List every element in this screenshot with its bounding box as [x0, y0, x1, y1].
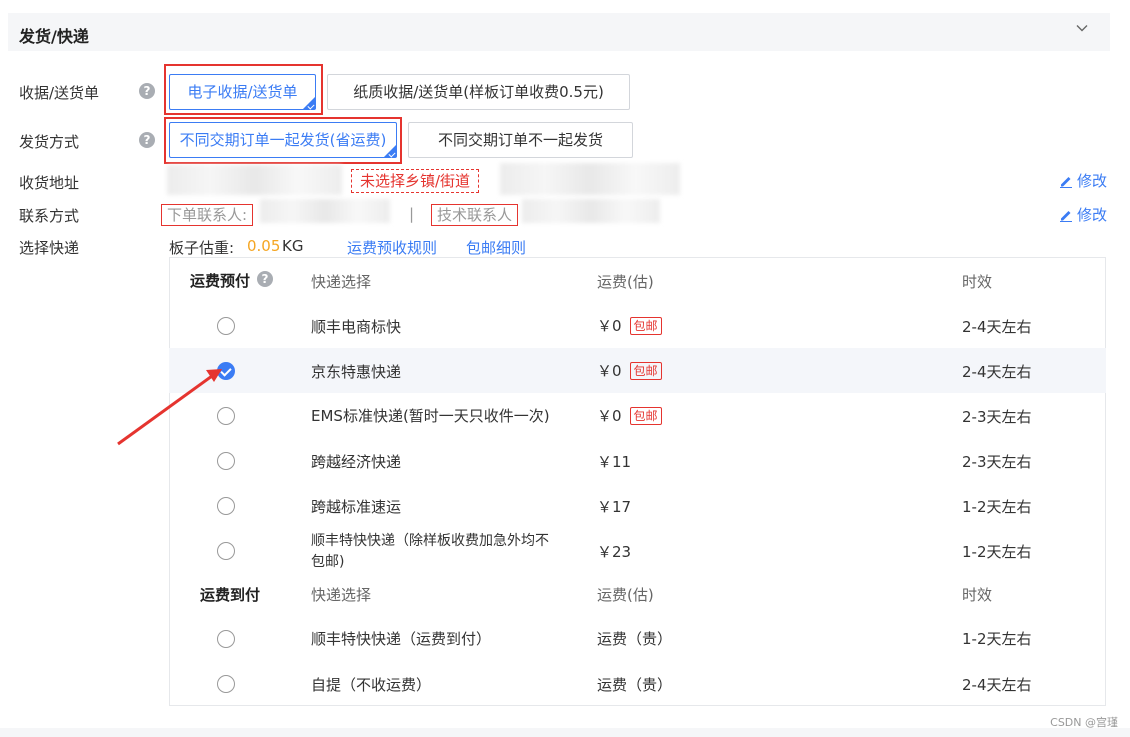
free-shipping-link[interactable]: 包邮细则: [466, 237, 526, 258]
courier-fee: ￥0 包邮: [597, 315, 662, 336]
radio-button[interactable]: [217, 630, 235, 648]
redacted-address: [500, 163, 680, 195]
courier-fee: ￥23: [597, 543, 632, 561]
courier-name: 京东特惠快递: [311, 363, 402, 381]
prepaid-group-label: 运费预付: [190, 272, 251, 290]
courier-fee: ￥0 包邮: [597, 405, 662, 426]
col-fee: 运费(估): [597, 586, 654, 604]
edit-label: 修改: [1077, 172, 1108, 190]
shipping-option-together[interactable]: 不同交期订单一起发货(省运费): [169, 122, 397, 158]
edit-label: 修改: [1077, 206, 1108, 224]
fee-value: ￥0: [597, 362, 622, 380]
courier-row[interactable]: 跨越标准速运 ￥17 1-2天左右: [169, 483, 1106, 528]
separator: |: [409, 205, 415, 223]
courier-name: EMS标准快递(暂时一天只收件一次): [311, 407, 550, 425]
freight-rules-link[interactable]: 运费预收规则: [347, 237, 437, 258]
courier-name: 顺丰特快快递（运费到付）: [311, 630, 492, 648]
section-title: 发货/快递: [19, 27, 89, 46]
courier-row[interactable]: 顺丰特快快递（运费到付） 运费（贵） 1-2天左右: [169, 616, 1106, 661]
free-tag: 包邮: [629, 407, 662, 425]
shipping-method-label: 发货方式: [19, 133, 80, 151]
courier-name: 跨越经济快递: [311, 453, 402, 471]
courier-row[interactable]: 自提（不收运费） 运费（贵） 2-4天左右: [169, 661, 1106, 706]
weight-label: 板子估重:: [169, 239, 235, 257]
collect-header: 运费到付 快递选择 运费(估) 时效: [169, 571, 1106, 616]
courier-row[interactable]: 顺丰电商标快 ￥0 包邮 2-4天左右: [169, 303, 1106, 348]
courier-time: 1-2天左右: [962, 630, 1032, 648]
redacted-address: [167, 165, 342, 195]
courier-name: 自提（不收运费）: [311, 676, 432, 694]
fee-value: ￥0: [597, 317, 622, 335]
prepaid-header: 运费预付 ? 快递选择 运费(估) 时效: [169, 258, 1106, 303]
pencil-icon: [1060, 177, 1072, 188]
redacted-contact: [260, 199, 390, 223]
courier-fee: 运费（贵）: [597, 630, 673, 648]
courier-time: 2-3天左右: [962, 408, 1032, 426]
arrow-annotation-icon: [117, 369, 222, 446]
edit-address-link[interactable]: 修改: [1059, 170, 1107, 191]
help-icon[interactable]: ?: [139, 132, 155, 148]
contact-label: 联系方式: [19, 207, 80, 225]
receipt-option-paper[interactable]: 纸质收据/送货单(样板订单收费0.5元): [327, 74, 630, 110]
collect-group-label: 运费到付: [200, 586, 261, 604]
courier-time: 1-2天左右: [962, 543, 1032, 561]
courier-fee: ￥11: [597, 453, 632, 471]
courier-fee: 运费（贵）: [597, 676, 673, 694]
radio-button[interactable]: [217, 542, 235, 560]
courier-time: 2-3天左右: [962, 453, 1032, 471]
courier-time: 2-4天左右: [962, 676, 1032, 694]
col-courier: 快递选择: [311, 273, 372, 291]
help-icon[interactable]: ?: [257, 271, 273, 287]
free-tag: 包邮: [629, 362, 662, 380]
courier-name-cont: 包邮): [311, 554, 345, 570]
weight-value: 0.05: [247, 237, 281, 255]
col-time: 时效: [962, 273, 993, 291]
courier-name: 跨越标准速运: [311, 498, 402, 516]
radio-button[interactable]: [217, 452, 235, 470]
courier-name: 顺丰电商标快: [311, 318, 402, 336]
col-courier: 快递选择: [311, 586, 372, 604]
free-tag: 包邮: [629, 317, 662, 335]
radio-button[interactable]: [217, 317, 235, 335]
col-fee: 运费(估): [597, 273, 654, 291]
edit-contact-link[interactable]: 修改: [1059, 204, 1107, 225]
address-warning: 未选择乡镇/街道: [351, 169, 480, 193]
check-corner-icon: [303, 97, 315, 109]
redacted-contact: [522, 199, 660, 223]
address-label: 收货地址: [19, 174, 80, 192]
option-label: 电子收据/送货单: [187, 83, 298, 101]
courier-row[interactable]: 顺丰特快快递（除样板收费加急外均不 包邮) ￥23 1-2天左右: [169, 528, 1106, 573]
courier-row[interactable]: 京东特惠快递 ￥0 包邮 2-4天左右: [169, 348, 1106, 393]
courier-row[interactable]: EMS标准快递(暂时一天只收件一次) ￥0 包邮 2-3天左右: [169, 393, 1106, 438]
order-contact-label: 下单联系人:: [161, 204, 254, 226]
footer-bar: [0, 728, 1130, 737]
option-label: 纸质收据/送货单(样板订单收费0.5元): [353, 83, 604, 101]
option-label: 不同交期订单一起发货(省运费): [179, 131, 387, 149]
courier-label: 选择快递: [19, 239, 80, 257]
courier-row[interactable]: 跨越经济快递 ￥11 2-3天左右: [169, 438, 1106, 483]
radio-button[interactable]: [217, 675, 235, 693]
courier-fee: ￥0 包邮: [597, 360, 662, 381]
courier-name: 顺丰特快快递（除样板收费加急外均不: [311, 533, 549, 549]
radio-button[interactable]: [217, 497, 235, 515]
chevron-down-icon[interactable]: [1076, 22, 1088, 34]
fee-value: ￥0: [597, 407, 622, 425]
courier-time: 2-4天左右: [962, 318, 1032, 336]
help-icon[interactable]: ?: [139, 83, 155, 99]
option-label: 不同交期订单不一起发货: [437, 131, 603, 149]
pencil-icon: [1060, 211, 1072, 222]
receipt-option-electronic[interactable]: 电子收据/送货单: [169, 74, 316, 110]
courier-fee: ￥17: [597, 498, 632, 516]
col-time: 时效: [962, 586, 993, 604]
check-corner-icon: [384, 145, 396, 157]
weight-unit: KG: [282, 237, 304, 255]
section-header[interactable]: 发货/快递: [8, 13, 1110, 51]
courier-time: 1-2天左右: [962, 498, 1032, 516]
shipping-option-separate[interactable]: 不同交期订单不一起发货: [408, 122, 633, 158]
receipt-label: 收据/送货单: [19, 84, 100, 102]
courier-time: 2-4天左右: [962, 363, 1032, 381]
tech-contact-label: 技术联系人: [431, 204, 519, 226]
